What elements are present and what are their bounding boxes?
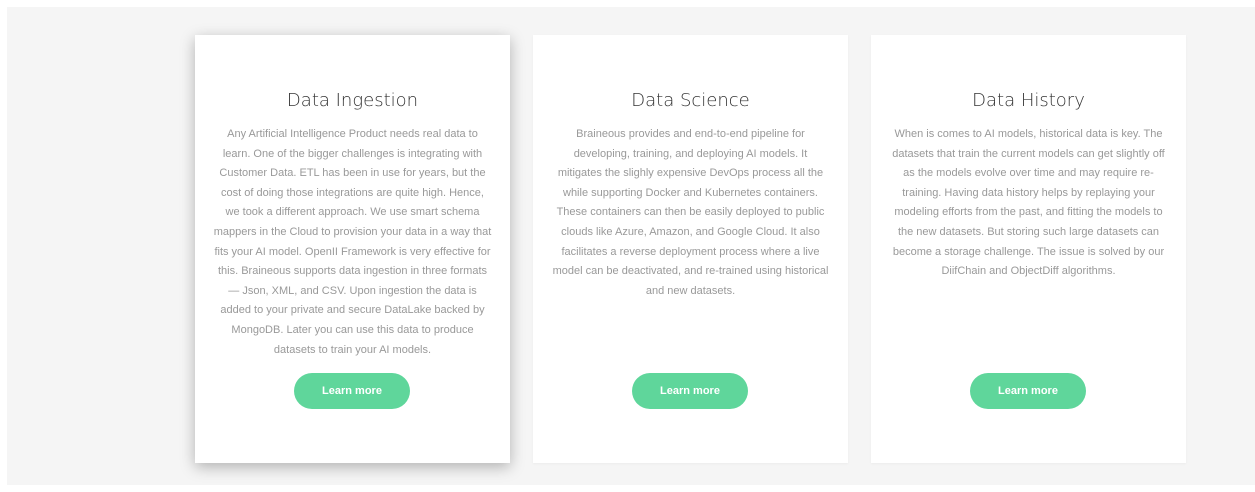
learn-more-button[interactable]: Learn more: [294, 373, 410, 409]
features-section: Data Ingestion Any Artificial Intelligen…: [7, 7, 1255, 485]
learn-more-button[interactable]: Learn more: [632, 373, 748, 409]
card-data-ingestion: Data Ingestion Any Artificial Intelligen…: [195, 35, 510, 463]
learn-more-button[interactable]: Learn more: [970, 373, 1086, 409]
card-title: Data History: [972, 90, 1085, 111]
card-title: Data Ingestion: [286, 90, 419, 111]
card-title: Data Science: [631, 90, 750, 111]
card-description: When is comes to AI models, historical d…: [892, 128, 1165, 278]
card-description: Braineous provides and end-to-end pipeli…: [552, 128, 829, 297]
card-description: Any Artificial Intelligence Product need…: [213, 128, 492, 356]
card-data-science: Data Science Braineous provides and end-…: [533, 35, 848, 463]
card-data-history: Data History When is comes to AI models,…: [871, 35, 1186, 463]
